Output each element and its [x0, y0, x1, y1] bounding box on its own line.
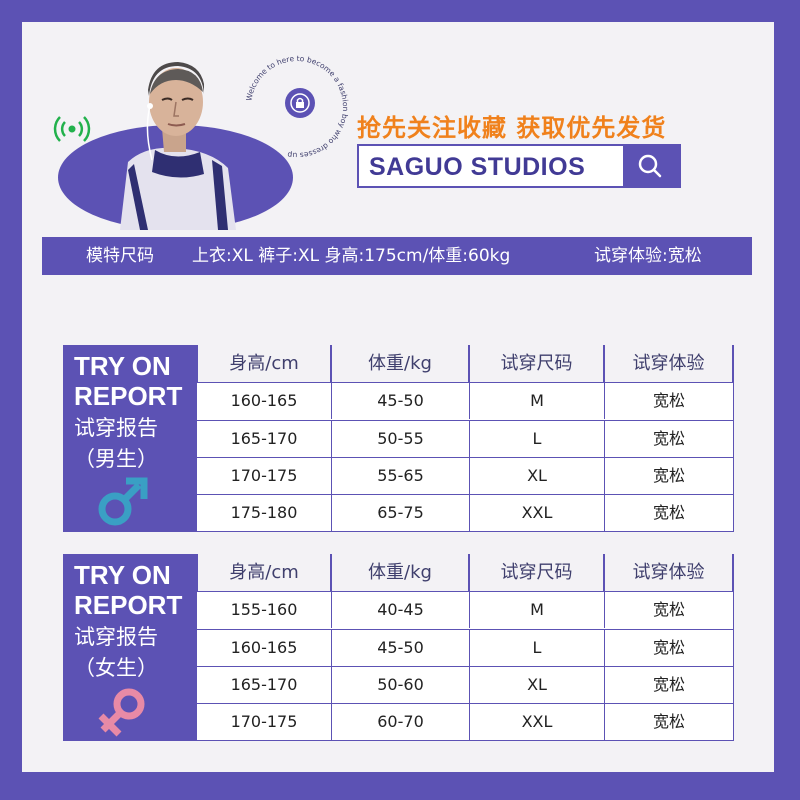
- header-fit: 试穿体验: [605, 345, 732, 382]
- try-on-report-title: TRY ON REPORT: [74, 560, 182, 620]
- male-size-table: TRY ON REPORT 试穿报告 （男生） 身高/cm 体重/kg 试穿尺码…: [63, 345, 734, 532]
- title-line-1: TRY ON: [74, 560, 171, 590]
- header-weight: 体重/kg: [332, 345, 468, 382]
- gender-label: （女生）: [74, 656, 158, 680]
- cell-size: XXL: [469, 704, 604, 740]
- cell-weight: 40-45: [331, 592, 469, 628]
- signal-icon: [53, 116, 91, 142]
- cell-weight: 45-50: [331, 630, 469, 666]
- table-header: 身高/cm 体重/kg 试穿尺码 试穿体验: [196, 345, 734, 382]
- brand-search-bar[interactable]: SAGUO STUDIOS: [357, 144, 681, 188]
- cell-fit: 宽松: [604, 383, 733, 419]
- cell-fit: 宽松: [604, 630, 733, 666]
- header-size: 试穿尺码: [470, 345, 603, 382]
- cell-height: 170-175: [230, 712, 298, 731]
- cell-size: XXL: [469, 495, 604, 531]
- header-fit: 试穿体验: [605, 554, 732, 591]
- cell-height: 170-175: [230, 466, 298, 485]
- brand-name: SAGUO STUDIOS: [369, 153, 586, 181]
- female-size-table: TRY ON REPORT 试穿报告 （女生） 身高/cm 体重/kg 试穿尺码…: [63, 554, 734, 741]
- title-line-2: REPORT: [74, 590, 183, 620]
- header-height: 身高/cm: [198, 554, 330, 591]
- report-title-cn: 试穿报告 （女生）: [74, 622, 158, 684]
- model-size-bar: 模特尺码 上衣:XL 裤子:XL 身高:175cm/体重:60kg 试穿体验:宽…: [42, 237, 752, 275]
- cell-height: 165-170: [230, 675, 298, 694]
- cell-fit: 宽松: [604, 704, 733, 740]
- cell-weight: 45-50: [331, 383, 469, 419]
- report-title-cn: 试穿报告 （男生）: [74, 413, 158, 475]
- cell-weight: 60-70: [331, 704, 469, 740]
- table-side-panel: TRY ON REPORT 试穿报告 （女生）: [63, 554, 196, 741]
- lock-icon: [285, 88, 315, 118]
- cell-weight: 55-65: [331, 458, 469, 494]
- cell-height: 160-165: [230, 391, 298, 410]
- model-label: 模特尺码: [86, 246, 154, 266]
- table-row: 160-165 45-50 L 宽松: [197, 629, 733, 666]
- try-on-report-title: TRY ON REPORT: [74, 351, 182, 411]
- table-row: 160-165 45-50 M 宽松: [197, 383, 733, 420]
- cell-size: L: [469, 421, 604, 457]
- cell-fit: 宽松: [604, 421, 733, 457]
- title-cn: 试穿报告: [74, 625, 158, 649]
- table-header: 身高/cm 体重/kg 试穿尺码 试穿体验: [196, 554, 734, 591]
- try-on-feel: 试穿体验:宽松: [594, 246, 702, 266]
- table-row: 155-160 40-45 M 宽松: [197, 592, 733, 629]
- cell-size: XL: [469, 667, 604, 703]
- search-icon: [638, 154, 662, 178]
- cell-fit: 宽松: [604, 458, 733, 494]
- cell-size: XL: [469, 458, 604, 494]
- cell-size: M: [469, 383, 604, 419]
- cell-height: 175-180: [230, 503, 298, 522]
- table-side-panel: TRY ON REPORT 试穿报告 （男生）: [63, 345, 196, 532]
- cell-weight: 50-60: [331, 667, 469, 703]
- cell-height: 165-170: [230, 429, 298, 448]
- table-row: 165-170 50-55 L 宽松: [197, 420, 733, 457]
- female-symbol-icon: [98, 688, 145, 737]
- cell-fit: 宽松: [604, 667, 733, 703]
- table-row: 165-170 50-60 XL 宽松: [197, 666, 733, 703]
- title-cn: 试穿报告: [74, 416, 158, 440]
- table-row: 170-175 55-65 XL 宽松: [197, 457, 733, 494]
- title-line-1: TRY ON: [74, 351, 171, 381]
- model-info: 上衣:XL 裤子:XL 身高:175cm/体重:60kg: [192, 246, 511, 266]
- promo-text: 抢先关注收藏 获取优先发货: [357, 114, 667, 142]
- table-row: 170-175 60-70 XXL 宽松: [197, 703, 733, 740]
- table-row: 175-180 65-75 XXL 宽松: [197, 494, 733, 531]
- header-size: 试穿尺码: [470, 554, 603, 591]
- header-weight: 体重/kg: [332, 554, 468, 591]
- title-line-2: REPORT: [74, 381, 183, 411]
- cell-size: M: [469, 592, 604, 628]
- header-height: 身高/cm: [198, 345, 330, 382]
- cell-fit: 宽松: [604, 495, 733, 531]
- cell-fit: 宽松: [604, 592, 733, 628]
- cell-weight: 65-75: [331, 495, 469, 531]
- table-body: 160-165 45-50 M 宽松 165-170 50-55 L 宽松 17…: [196, 382, 734, 532]
- table-body: 155-160 40-45 M 宽松 160-165 45-50 L 宽松 16…: [196, 591, 734, 741]
- cell-size: L: [469, 630, 604, 666]
- model-illustration: [120, 62, 236, 230]
- cell-height: 160-165: [230, 638, 298, 657]
- male-symbol-icon: [98, 477, 148, 526]
- gender-label: （男生）: [74, 447, 158, 471]
- cell-weight: 50-55: [331, 421, 469, 457]
- cell-height: 155-160: [230, 600, 298, 619]
- search-button[interactable]: [623, 146, 679, 186]
